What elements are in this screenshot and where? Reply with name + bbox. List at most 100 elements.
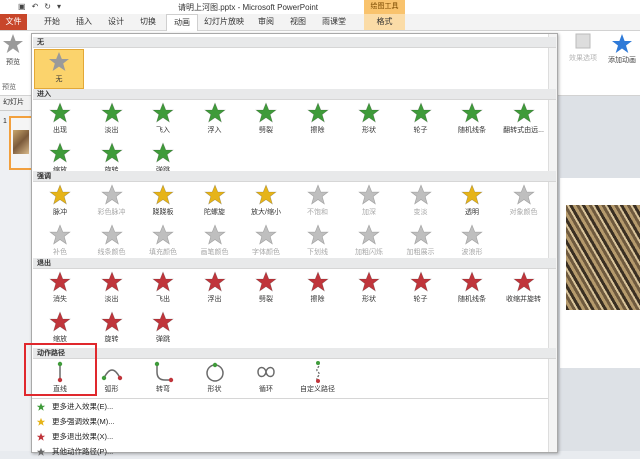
emphasis-item-label: 跷跷板 [152, 209, 174, 216]
entrance-effect-icon [100, 102, 123, 123]
exit-item-label: 消失 [53, 296, 67, 303]
exit-item[interactable]: 淡出 [88, 270, 136, 308]
entrance-item[interactable]: 出现 [36, 101, 84, 139]
entrance-item[interactable]: 飞入 [139, 101, 187, 139]
motion-path-item-label: 自定义路径 [300, 386, 335, 393]
exit-item-label: 随机线条 [458, 296, 486, 303]
exit-item[interactable]: 消失 [36, 270, 84, 308]
exit-effect-icon [100, 271, 123, 292]
more-effects-link[interactable]: 更多强调效果(M)... [36, 415, 115, 429]
entrance-item[interactable]: 劈裂 [242, 101, 290, 139]
exit-item[interactable]: 浮出 [191, 270, 239, 308]
add-animation-button[interactable]: 添加动画 [604, 33, 640, 65]
entrance-item[interactable]: 轮子 [397, 101, 445, 139]
more-effects-link[interactable]: 其他动作路径(P)... [36, 445, 113, 459]
tab-animations[interactable]: 动画 [166, 14, 198, 31]
emphasis-item[interactable]: 陀螺旋 [191, 183, 239, 221]
entrance-item[interactable]: 擦除 [294, 101, 342, 139]
emphasis-item[interactable]: 加粗展示 [397, 223, 445, 261]
emphasis-item[interactable]: 波浪形 [448, 223, 496, 261]
entrance-item[interactable]: 淡出 [88, 101, 136, 139]
entrance-item[interactable]: 随机线条 [448, 101, 496, 139]
window-title: 请明上河图.pptx - Microsoft PowerPoint [178, 3, 319, 12]
exit-item[interactable]: 劈裂 [242, 270, 290, 308]
emphasis-item[interactable]: 彩色脉冲 [88, 183, 136, 221]
emphasis-item-label: 透明 [465, 209, 479, 216]
emphasis-item[interactable]: 变淡 [397, 183, 445, 221]
more-effects-link[interactable]: 更多进入效果(E)... [36, 400, 113, 414]
motion-path-item[interactable]: 自定义路径 [294, 360, 342, 398]
exit-item[interactable]: 形状 [345, 270, 393, 308]
emphasis-item[interactable]: 画笔颜色 [191, 223, 239, 261]
preview-button[interactable]: 预览 [2, 33, 24, 67]
effect-options-button[interactable]: 效果选项 [565, 33, 601, 63]
entrance-item[interactable]: 形状 [345, 101, 393, 139]
emphasis-item-label: 加粗展示 [406, 249, 435, 256]
emphasis-effect-icon [152, 224, 174, 245]
preview-label: 预览 [6, 59, 20, 66]
quick-access-toolbar: ▣ ↶ ↻ ▾ [18, 2, 61, 11]
emphasis-item-label: 陀螺旋 [204, 209, 225, 216]
slide-thumbnail-image [13, 130, 29, 154]
motion-path-item[interactable]: 转弯 [139, 360, 187, 398]
emphasis-item[interactable]: 透明 [448, 183, 496, 221]
more-effects-link-label: 更多强调效果(M)... [52, 417, 115, 426]
entrance-item-label: 出现 [53, 127, 67, 134]
emphasis-item[interactable]: 字体颜色 [242, 223, 290, 261]
emphasis-item[interactable]: 加深 [345, 183, 393, 221]
exit-item[interactable]: 轮子 [397, 270, 445, 308]
none-animation-item[interactable]: 无 [34, 49, 84, 89]
animation-gallery-dropdown: 无 无 进入 出现淡出飞入浮入劈裂擦除形状轮子随机线条翻转式由远...缩放旋转弹… [24, 33, 558, 456]
entrance-item-label: 形状 [362, 127, 376, 134]
entrance-item[interactable]: 翻转式由远... [500, 101, 548, 139]
motion-path-item[interactable]: 循环 [242, 360, 290, 398]
emphasis-item[interactable]: 不饱和 [294, 183, 342, 221]
tab-slideshow[interactable]: 幻灯片放映 [202, 14, 246, 30]
more-effects-link-label: 更多进入效果(E)... [52, 402, 114, 411]
emphasis-item[interactable]: 对象颜色 [500, 183, 548, 221]
exit-item[interactable]: 飞出 [139, 270, 187, 308]
customize-qat-icon[interactable]: ▾ [57, 2, 61, 11]
tab-view[interactable]: 视图 [284, 14, 312, 30]
tab-format[interactable]: 格式 [364, 14, 405, 30]
motion-path-item[interactable]: 形状 [191, 360, 239, 398]
none-item-label: 无 [55, 76, 63, 83]
redo-icon[interactable]: ↻ [44, 2, 51, 11]
emphasis-item-label: 对象颜色 [509, 209, 538, 216]
save-icon[interactable]: ▣ [18, 2, 26, 11]
exit-item[interactable]: 收缩并旋转 [500, 270, 548, 308]
motion-path-highlight-box [24, 343, 97, 396]
exit-item-label: 轮子 [413, 296, 428, 303]
tab-classroom[interactable]: 雨课堂 [318, 14, 350, 30]
emphasis-item[interactable]: 线条颜色 [88, 223, 136, 261]
emphasis-item[interactable]: 填充颜色 [139, 223, 187, 261]
exit-item-label: 浮出 [207, 296, 222, 303]
entrance-item-label: 擦除 [310, 127, 325, 134]
emphasis-effect-icon [306, 224, 329, 245]
emphasis-item-label: 脉冲 [53, 209, 67, 216]
emphasis-item[interactable]: 放大/缩小 [242, 183, 290, 221]
emphasis-item[interactable]: 脉冲 [36, 183, 84, 221]
more-effects-link-label: 更多退出效果(X)... [52, 432, 114, 441]
tab-home[interactable]: 开始 [38, 14, 66, 30]
tab-design[interactable]: 设计 [102, 14, 130, 30]
emphasis-item[interactable]: 补色 [36, 223, 84, 261]
exit-item[interactable]: 擦除 [294, 270, 342, 308]
tab-insert[interactable]: 插入 [70, 14, 98, 30]
emphasis-item[interactable]: 下划线 [294, 223, 342, 261]
slide-painting-image[interactable] [566, 205, 640, 310]
undo-icon[interactable]: ↶ [32, 2, 39, 11]
more-effects-link[interactable]: 更多退出效果(X)... [36, 430, 113, 444]
exit-item[interactable]: 弹跳 [139, 310, 187, 348]
emphasis-item-label: 加粗闪烁 [355, 249, 383, 256]
tab-review[interactable]: 审阅 [252, 14, 280, 30]
exit-item[interactable]: 随机线条 [448, 270, 496, 308]
entrance-item[interactable]: 浮入 [191, 101, 239, 139]
exit-item-label: 形状 [362, 296, 376, 303]
emphasis-effect-icon [461, 184, 483, 205]
tab-file[interactable]: 文件 [0, 14, 27, 30]
entrance-effect-icon [461, 102, 483, 123]
tab-transitions[interactable]: 切换 [134, 14, 162, 30]
emphasis-item[interactable]: 加粗闪烁 [345, 223, 393, 261]
emphasis-item[interactable]: 跷跷板 [139, 183, 187, 221]
